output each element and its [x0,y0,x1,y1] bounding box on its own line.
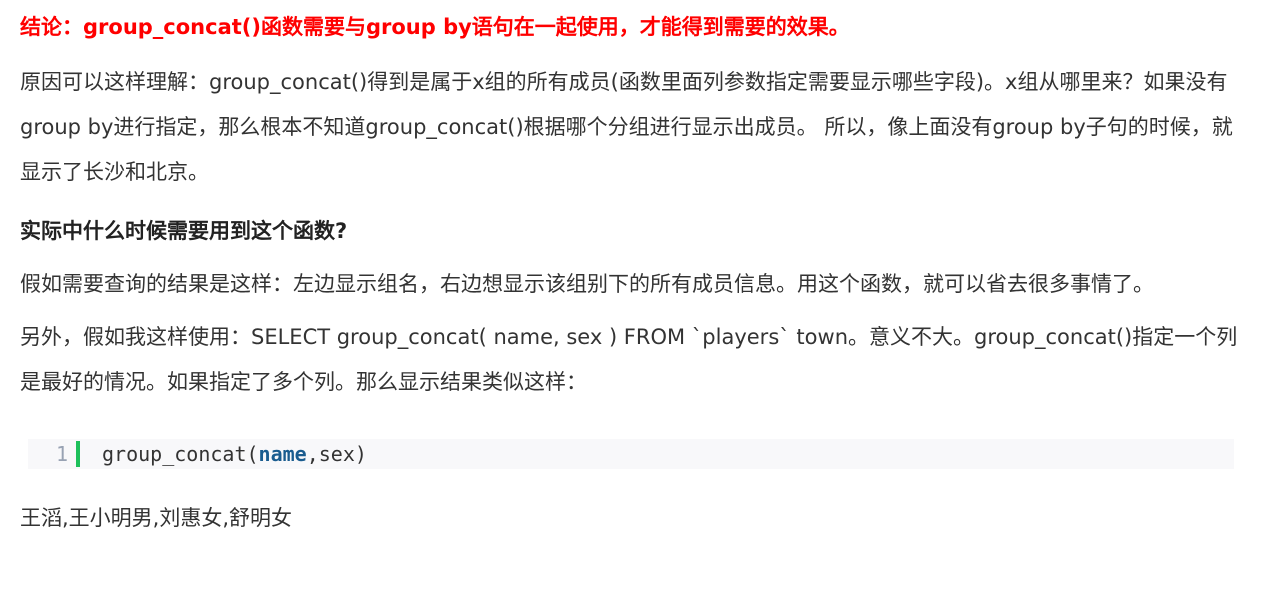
result-output: 王滔,王小明男,刘惠女,舒明女 [20,506,293,530]
code-block[interactable]: 1 group_concat(name,sex) [28,439,1234,469]
multi-column-paragraph: 另外，假如我这样使用：SELECT group_concat( name, se… [20,325,1238,394]
usage-paragraph: 假如需要查询的结果是这样：左边显示组名，右边想显示该组别下的所有成员信息。用这个… [20,272,1154,296]
code-arguments: ,sex) [306,442,367,466]
code-gutter-marker [76,441,80,467]
code-keyword: name [258,442,307,466]
explanation-paragraph: 原因可以这样理解：group_concat()得到是属于x组的所有成员(函数里面… [20,70,1233,184]
article-body: 结论：group_concat()函数需要与group by语句在一起使用，才能… [0,0,1272,533]
conclusion-text: 结论：group_concat()函数需要与group by语句在一起使用，才能… [20,15,850,39]
section-heading: 实际中什么时候需要用到这个函数? [20,219,348,243]
code-function-call: group_concat( [102,442,259,466]
code-line-number: 1 [55,442,68,466]
code-line[interactable]: group_concat(name,sex) [102,442,367,466]
